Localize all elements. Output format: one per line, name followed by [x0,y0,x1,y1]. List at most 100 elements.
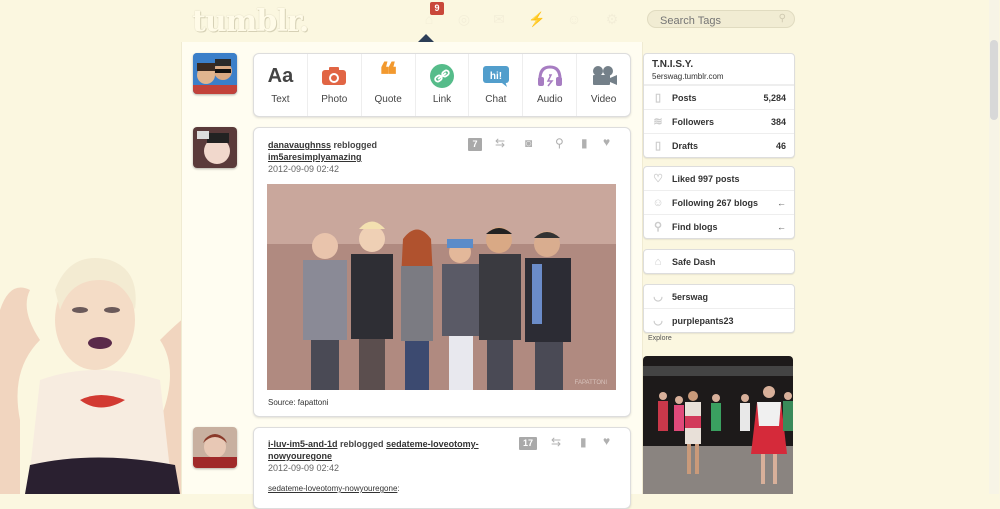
explore-image[interactable] [643,356,793,494]
sidebar-item-posts[interactable]: ▯ Posts 5,284 [644,85,794,109]
sidebar-item-label: 5erswag [672,291,709,302]
post-type-text[interactable]: Aa Text [254,54,308,116]
post-author-link[interactable]: i-luv-im5-and-1d [268,439,338,449]
post-type-label: Link [432,94,452,105]
sidebar-item-liked[interactable]: ♡ Liked 997 posts [644,167,794,190]
camera-icon [308,64,361,88]
sidebar-item-label: Safe Dash [672,256,716,267]
bookmark-icon[interactable]: ▮ [580,435,587,449]
note-count-badge[interactable]: 17 [519,437,537,450]
post-type-label: Quote [374,94,402,105]
post-card: danavaughnss reblogged im5aresimplyamazi… [253,127,631,417]
quote-icon: ❝ [379,56,398,96]
sidebar-item-count: 384 [770,116,786,127]
posts-icon: ▯ [654,92,662,104]
photo-watermark: FAPATTONI [575,380,608,386]
sidebar-item-followers[interactable]: ≋ Followers 384 [644,109,794,133]
bookmark-icon[interactable]: ▮ [581,136,588,150]
sidebar-item-label: Followers [672,116,715,127]
heart-icon[interactable]: ♥ [603,434,610,448]
reblogged-text: reblogged [333,140,378,150]
post-type-audio[interactable]: Audio [523,54,578,116]
post-avatar[interactable] [193,127,237,168]
post-date: 2012-09-09 02:42 [268,463,340,473]
search-box[interactable]: ⚲ [647,10,795,30]
tumblr-logo[interactable]: tumblr. [192,4,309,39]
blog-title[interactable]: T.N.I.S.Y. [652,59,786,70]
post-type-photo[interactable]: Photo [308,54,362,116]
explore-icon[interactable]: ◎ [455,12,473,26]
sidebar-item-drafts[interactable]: ▯ Drafts 46 [644,133,794,157]
post-body-link[interactable]: sedateme-loveotomy-nowyouregone [268,484,397,493]
heart-icon[interactable]: ♥ [603,135,610,149]
post-type-quote[interactable]: ❝ Quote [362,54,416,116]
sidebar-item-count: 46 [775,140,786,151]
sidebar-item-label: Drafts [672,140,699,151]
drafts-icon: ▯ [654,140,662,152]
camera-icon[interactable]: ◙ [525,136,532,150]
activity-icon[interactable]: ⚡ [528,12,546,26]
reblog-source-link[interactable]: sedateme-loveotomy- [386,439,479,449]
headphones-icon [523,64,576,88]
post-type-bar: Aa Text Photo ❝ Quote Link hi! Chat Audi… [253,53,631,117]
account-panel: T.N.I.S.Y. 5erswag.tumblr.com ▯ Posts 5,… [643,53,795,158]
post-type-link[interactable]: Link [416,54,470,116]
post-type-label: Chat [485,94,507,105]
search-icon[interactable]: ⚲ [555,136,564,150]
reblog-source-link[interactable]: nowyouregone [268,451,332,461]
blog-icon: ◡ [653,315,663,327]
arrow-icon: ← [777,221,786,232]
sidebar-item-label: purplepants23 [672,315,734,326]
post-type-label: Video [590,94,617,105]
note-count-badge[interactable]: 7 [468,138,482,151]
post-type-label: Photo [321,94,348,105]
blogs-panel: ◡ 5erswag ◡ purplepants23 [643,284,795,333]
post-type-label: Audio [536,94,563,105]
arrow-icon: ← [777,197,786,208]
blog-url[interactable]: 5erswag.tumblr.com [652,72,786,81]
settings-icon[interactable]: ⚙ [603,12,621,26]
account-icon[interactable]: ☺ [565,12,583,26]
chat-icon: hi! [469,64,522,88]
activity-panel: ♡ Liked 997 posts ☺ Following 267 blogs … [643,166,795,239]
post-card: i-luv-im5-and-1d reblogged sedateme-love… [253,427,631,509]
search-input[interactable] [658,12,780,30]
sidebar-item-label: Posts [672,92,697,103]
reblog-icon[interactable]: ⇆ [551,435,561,449]
post-type-video[interactable]: Video [577,54,630,116]
svg-text:hi!: hi! [490,71,502,82]
sidebar-item-label: Following 267 blogs [672,197,759,208]
avatar[interactable] [193,53,237,94]
sidebar-item-blog[interactable]: ◡ 5erswag [644,285,794,308]
find-icon: ⚲ [653,221,663,233]
post-date: 2012-09-09 02:42 [268,164,340,174]
sidebar-item-following[interactable]: ☺ Following 267 blogs ← [644,190,794,214]
post-type-chat[interactable]: hi! Chat [469,54,524,116]
sidebar-item-blog[interactable]: ◡ purplepants23 [644,308,794,332]
reblog-icon[interactable]: ⇆ [495,136,505,150]
notification-badge: 9 [430,2,444,15]
reblog-source-link[interactable]: im5aresimplyamazing [268,152,362,162]
link-icon [416,64,469,88]
post-photo[interactable]: FAPATTONI [267,184,616,390]
lock-icon: ⌂ [654,255,662,268]
post-author-link[interactable]: danavaughnss [268,140,331,150]
safe-dash-panel: ⌂ Safe Dash [643,249,795,274]
search-icon[interactable]: ⚲ [779,13,786,24]
active-nav-indicator [418,34,434,42]
sidebar-item-find-blogs[interactable]: ⚲ Find blogs ← [644,214,794,238]
sidebar-item-count: 5,284 [763,92,786,103]
post-avatar[interactable] [193,427,237,468]
followers-icon: ≋ [653,116,663,128]
scrollbar-thumb[interactable] [990,40,998,120]
post-caption: Source: fapattoni [268,398,329,407]
following-icon: ☺ [652,196,664,209]
post-body: sedateme-loveotomy-nowyouregone: [268,484,400,493]
blog-icon: ◡ [653,291,663,303]
heart-icon: ♡ [653,173,663,185]
sidebar-item-label: Liked 997 posts [672,173,740,184]
inbox-icon[interactable]: ✉ [490,12,508,26]
explore-link[interactable]: Explore [648,335,672,342]
post-type-label: Text [271,94,290,105]
sidebar-item-safe-dash[interactable]: ⌂ Safe Dash [644,250,794,273]
